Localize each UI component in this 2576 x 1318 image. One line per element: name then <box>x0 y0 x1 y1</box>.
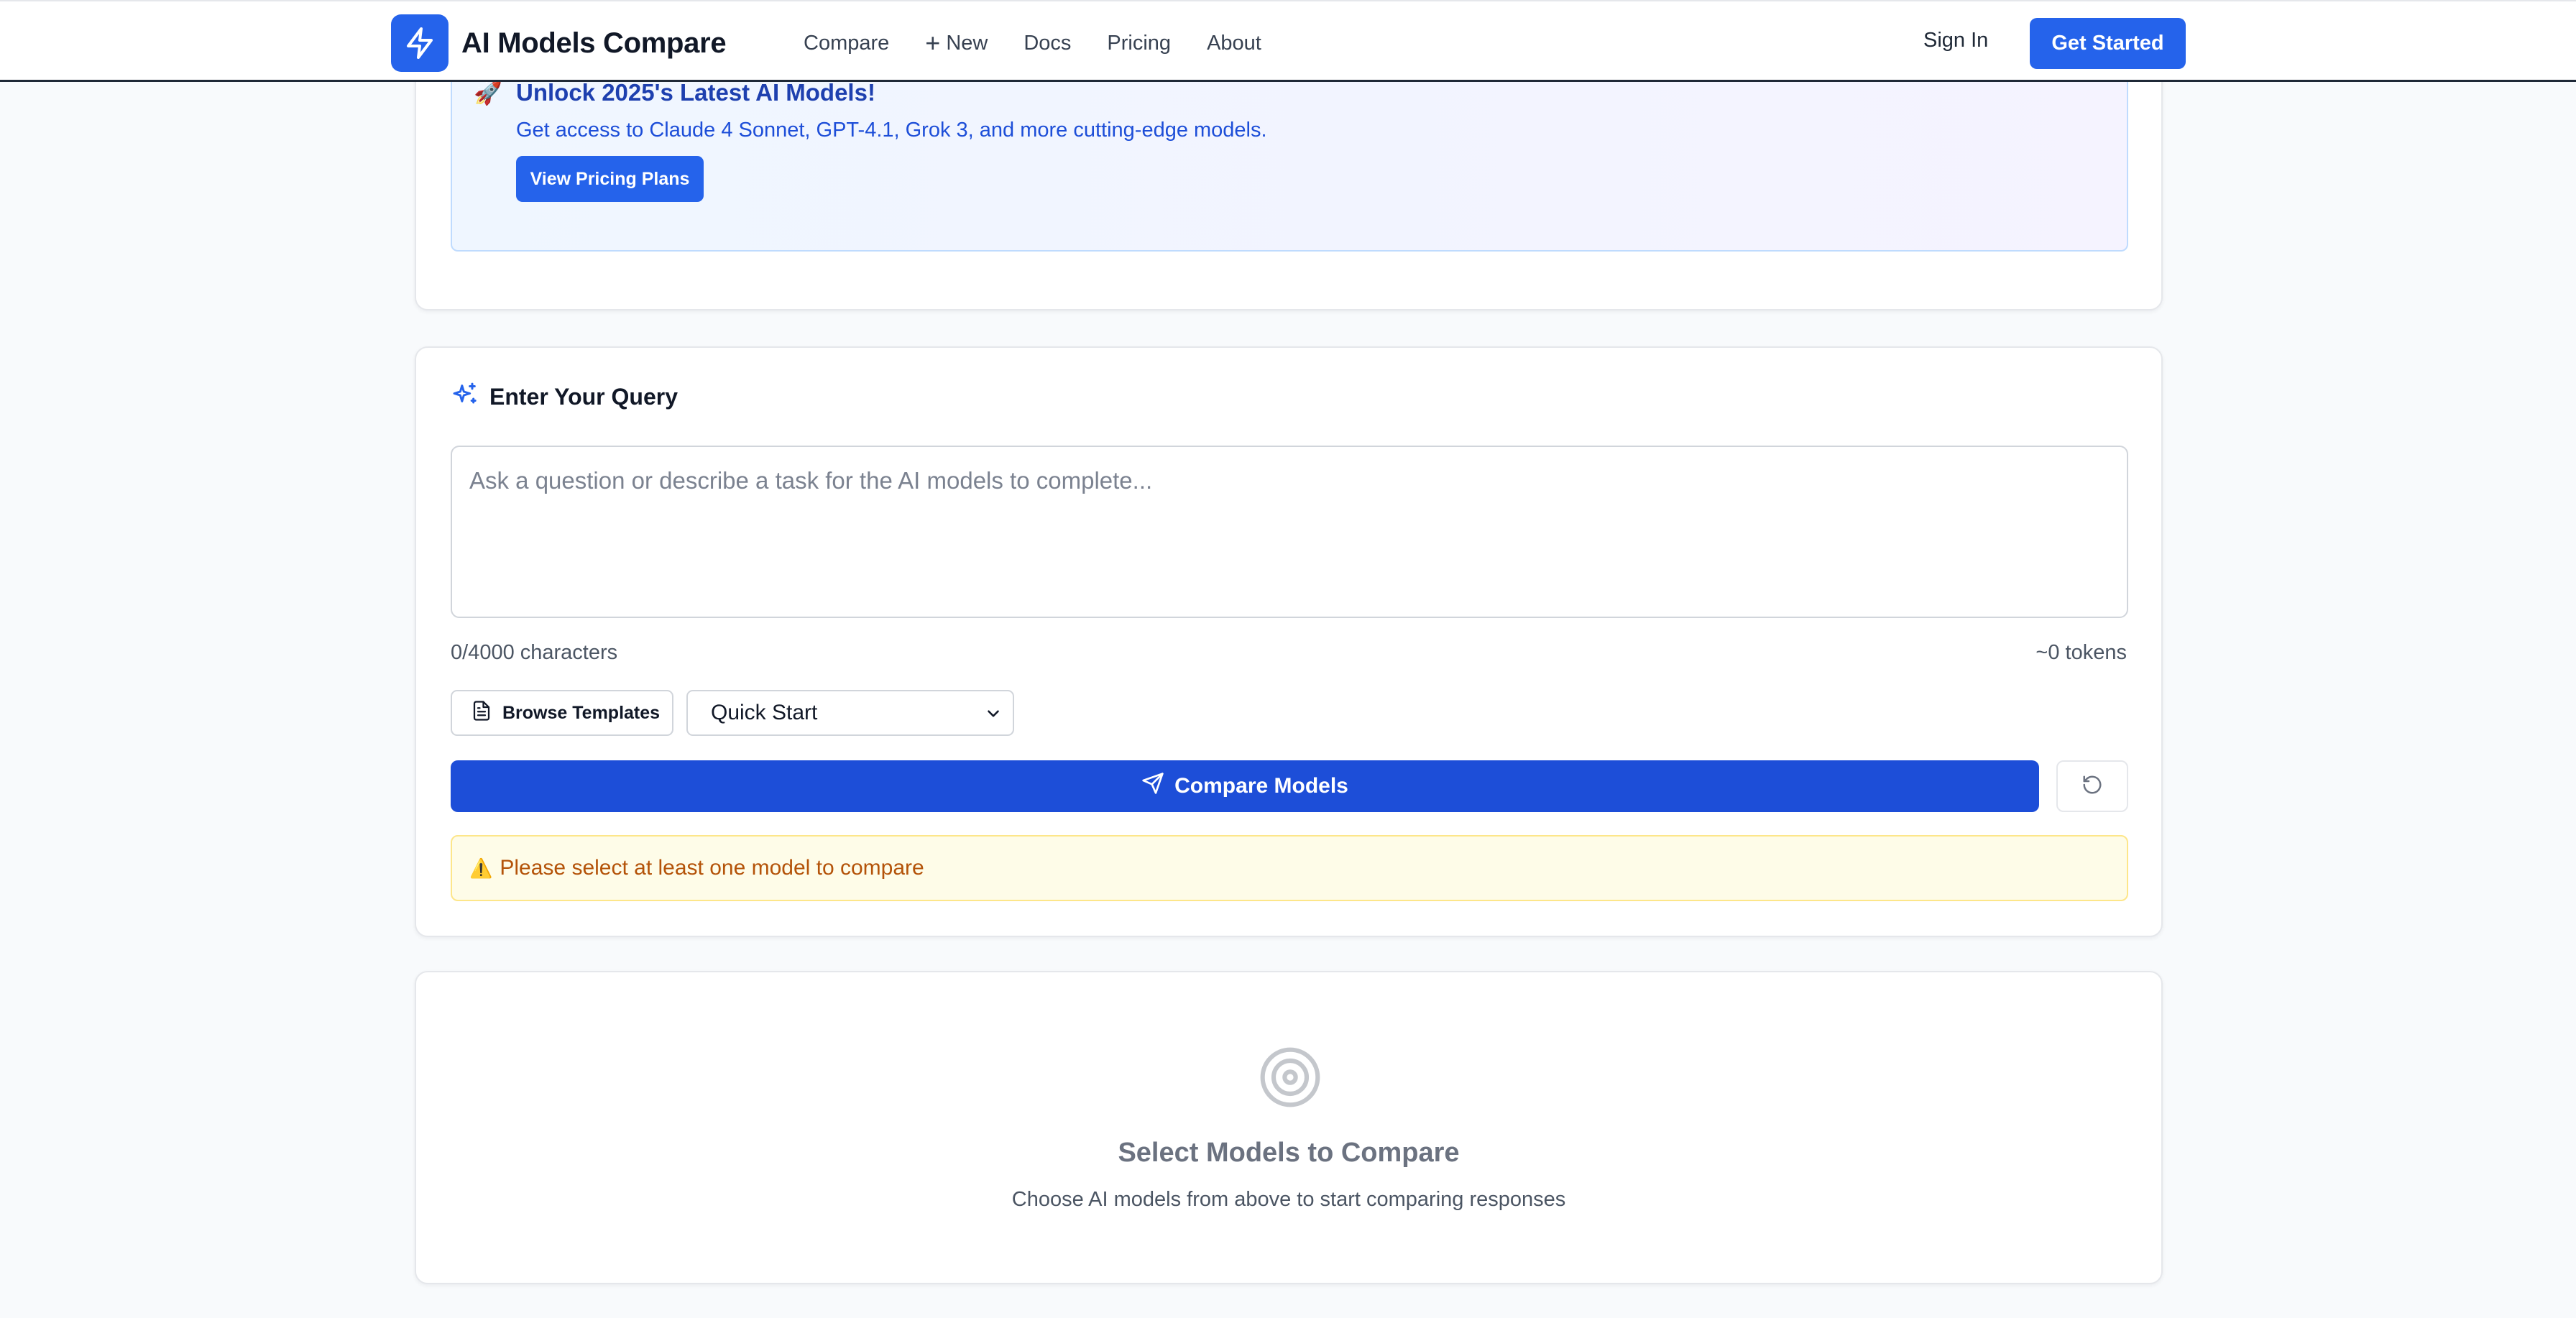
nav-docs[interactable]: Docs <box>1024 32 1071 55</box>
empty-state-subtitle: Choose AI models from above to start com… <box>1011 1188 1566 1211</box>
browse-templates-label: Browse Templates <box>502 702 661 723</box>
rotate-ccw-icon <box>2082 774 2103 799</box>
compare-models-label: Compare Models <box>1174 774 1348 798</box>
nav-new-label: New <box>946 31 988 55</box>
rocket-icon: 🚀 <box>474 80 502 106</box>
nav-about[interactable]: About <box>1207 32 1261 55</box>
nav-new[interactable]: + New <box>925 30 988 56</box>
promo-title: Unlock 2025's Latest AI Models! <box>516 79 875 106</box>
lightning-bolt-icon <box>391 14 448 72</box>
brand[interactable]: AI Models Compare <box>391 14 727 72</box>
plus-icon: + <box>925 28 941 57</box>
query-card: Enter Your Query 0/4000 characters ~0 to… <box>415 346 2163 937</box>
chevron-down-icon <box>984 704 1003 729</box>
empty-state-card: Select Models to Compare Choose AI model… <box>415 971 2163 1284</box>
promo-subtitle: Get access to Claude 4 Sonnet, GPT-4.1, … <box>516 119 1267 142</box>
nav-compare[interactable]: Compare <box>804 32 889 55</box>
template-select-value: Quick Start <box>711 701 818 724</box>
compare-models-button[interactable]: Compare Models <box>451 760 2039 812</box>
brand-name: AI Models Compare <box>461 27 727 59</box>
promo-banner: 🚀 Unlock 2025's Latest AI Models! Get ac… <box>451 66 2128 252</box>
query-title: Enter Your Query <box>489 384 678 410</box>
warning-text: Please select at least one model to comp… <box>500 856 924 880</box>
target-icon <box>1257 1044 1323 1114</box>
character-count: 0/4000 characters <box>451 641 618 664</box>
get-started-button[interactable]: Get Started <box>2030 18 2186 69</box>
warning-alert: ⚠️ Please select at least one model to c… <box>451 835 2128 901</box>
browse-templates-button[interactable]: Browse Templates <box>451 690 673 736</box>
sparkles-icon <box>451 381 479 413</box>
view-pricing-plans-button[interactable]: View Pricing Plans <box>516 156 704 202</box>
warning-icon: ⚠️ <box>469 857 493 879</box>
template-select[interactable]: Quick Start <box>686 690 1014 736</box>
query-header: Enter Your Query <box>451 381 678 413</box>
main-nav: Compare + New Docs Pricing About <box>804 14 1297 72</box>
reset-button[interactable] <box>2056 760 2128 812</box>
document-icon <box>471 700 492 727</box>
sign-in-link[interactable]: Sign In <box>1923 29 1988 52</box>
nav-pricing[interactable]: Pricing <box>1107 32 1171 55</box>
query-input[interactable] <box>451 446 2128 618</box>
token-count: ~0 tokens <box>2036 641 2127 664</box>
top-navbar: AI Models Compare Compare + New Docs Pri… <box>0 0 2576 82</box>
send-icon <box>1141 772 1164 801</box>
empty-state-title: Select Models to Compare <box>1118 1138 1460 1168</box>
